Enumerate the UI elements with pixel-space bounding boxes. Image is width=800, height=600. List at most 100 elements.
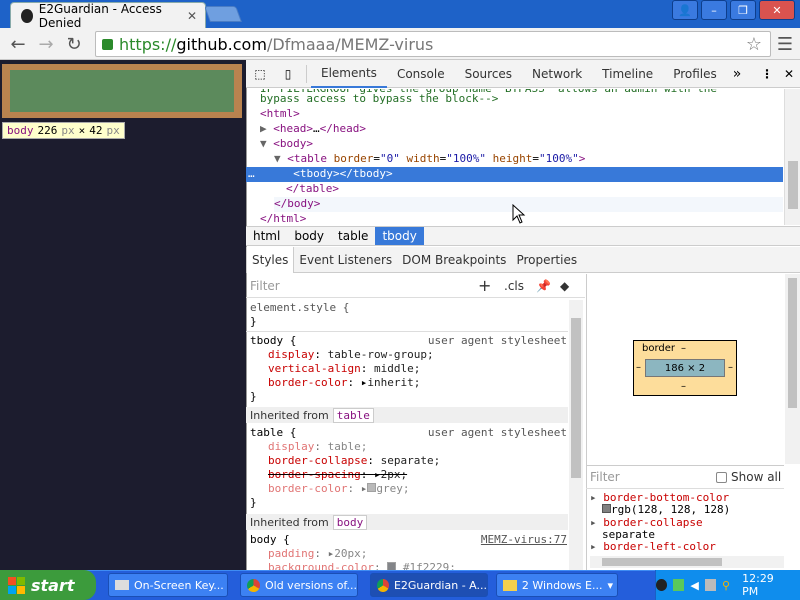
device-mode-icon[interactable]: ▯: [274, 67, 302, 81]
task-label: 2 Windows E...: [521, 578, 603, 592]
box-model-scroll-thumb[interactable]: [788, 278, 797, 408]
back-button[interactable]: ←: [6, 32, 30, 56]
tbody-prop-border-color[interactable]: border-color: ▸inherit;: [268, 376, 420, 390]
body-selector[interactable]: body {: [250, 533, 290, 547]
inherited-tag[interactable]: table: [332, 407, 374, 423]
tab-sources[interactable]: Sources: [455, 60, 522, 88]
inspect-element-icon[interactable]: ⬚: [246, 67, 274, 81]
show-all-checkbox[interactable]: Show all: [716, 470, 781, 484]
more-tabs-button[interactable]: »: [727, 66, 748, 82]
box-model-scrollbar[interactable]: [785, 274, 800, 464]
bookmark-star-icon[interactable]: ☆: [746, 34, 762, 55]
color-swatch[interactable]: [602, 504, 611, 513]
clock[interactable]: 12:29 PM: [742, 572, 790, 598]
computed-filter-input[interactable]: Filter Show all: [586, 465, 784, 489]
tab-event-listeners[interactable]: Event Listeners: [294, 247, 397, 273]
address-bar[interactable]: https:// github.com /Dfmaaa/MEMZ-virus ☆: [95, 31, 771, 57]
computed-row[interactable]: ▸ border-left-color: [590, 540, 716, 553]
computed-h-scroll-thumb[interactable]: [602, 558, 722, 566]
expand-arrow-icon[interactable]: ▶: [260, 122, 273, 135]
tbody-prop-vertical-align[interactable]: vertical-align: middle;: [268, 362, 420, 376]
table-selector[interactable]: table {: [250, 426, 296, 440]
color-swatch[interactable]: [387, 562, 397, 570]
devtools-menu-icon[interactable]: ⋮: [756, 67, 778, 81]
maximize-button[interactable]: ❐: [730, 0, 756, 20]
tab-timeline[interactable]: Timeline: [592, 60, 663, 88]
dom-node-table-close[interactable]: </table>: [286, 182, 783, 197]
dom-scroll-thumb[interactable]: [788, 161, 798, 209]
new-rule-button[interactable]: +: [478, 276, 491, 295]
class-toggle-button[interactable]: .cls: [504, 279, 524, 293]
search-icon[interactable]: ⚲: [722, 579, 730, 592]
profile-button[interactable]: 👤: [672, 0, 698, 20]
tab-network[interactable]: Network: [522, 60, 592, 88]
tab-properties[interactable]: Properties: [511, 247, 582, 273]
taskbar-item-e2guardian[interactable]: E2Guardian - A...: [370, 573, 488, 597]
new-tab-button[interactable]: [204, 6, 242, 22]
pin-icon[interactable]: 📌: [536, 279, 551, 293]
expand-arrow-icon[interactable]: ▸: [361, 482, 368, 495]
element-style-selector[interactable]: element.style {: [250, 301, 349, 315]
network-icon[interactable]: [704, 579, 717, 591]
collapse-arrow-icon[interactable]: ▼: [274, 152, 287, 165]
body-prop-padding[interactable]: padding: ▸20px;: [268, 547, 367, 561]
color-format-icon[interactable]: ◆: [560, 279, 569, 293]
close-tab-icon[interactable]: ✕: [187, 9, 197, 23]
breadcrumb-body[interactable]: body: [287, 227, 331, 245]
box-left-value[interactable]: –: [636, 362, 641, 373]
box-bottom-value[interactable]: –: [681, 381, 686, 392]
tab-elements[interactable]: Elements: [311, 60, 387, 88]
styles-scroll-thumb[interactable]: [571, 318, 581, 478]
body-prop-background-color[interactable]: background-color: #1f2229;: [268, 561, 456, 570]
breadcrumb-tbody[interactable]: tbody: [375, 227, 424, 245]
table-prop-display[interactable]: display: table;: [268, 440, 367, 454]
breadcrumb-html[interactable]: html: [246, 227, 287, 245]
taskbar-item-windows-explorer[interactable]: 2 Windows E... ▾: [496, 573, 618, 597]
table-prop-border-collapse[interactable]: border-collapse: separate;: [268, 454, 440, 468]
reload-button[interactable]: ↻: [62, 32, 86, 56]
inherited-tag[interactable]: body: [332, 514, 368, 530]
tray-icon[interactable]: [656, 579, 668, 591]
expand-arrow-icon[interactable]: ▸: [374, 468, 381, 481]
devtools-close-icon[interactable]: ✕: [778, 67, 800, 81]
tab-profiles[interactable]: Profiles: [663, 60, 727, 88]
dom-node-body[interactable]: ▼ <body>: [260, 137, 783, 152]
close-window-button[interactable]: ✕: [759, 0, 795, 20]
tab-styles[interactable]: Styles: [246, 246, 295, 273]
box-right-value[interactable]: –: [728, 362, 733, 373]
tab-dom-breakpoints[interactable]: DOM Breakpoints: [397, 247, 511, 273]
browser-tab-active[interactable]: E2Guardian - Access Denied ✕: [10, 2, 206, 30]
body-rule-source-link[interactable]: MEMZ-virus:77: [481, 533, 567, 546]
tray-icon[interactable]: [673, 579, 685, 591]
collapse-arrow-icon[interactable]: ▼: [260, 137, 273, 150]
styles-filter[interactable]: Filter + .cls 📌 ◆: [246, 274, 585, 298]
dom-node-head[interactable]: ▶ <head>…</head>: [260, 122, 783, 137]
url-host: github.com: [176, 34, 267, 54]
tbody-selector[interactable]: tbody {: [250, 334, 296, 348]
box-model-content[interactable]: 186 × 2: [645, 359, 725, 377]
expand-arrow-icon[interactable]: ▸: [590, 540, 603, 553]
start-button[interactable]: start: [0, 570, 96, 600]
minimize-button[interactable]: –: [701, 0, 727, 20]
dom-scrollbar[interactable]: [784, 89, 800, 225]
volume-icon[interactable]: ◀: [690, 579, 698, 592]
selected-node-dots[interactable]: …: [246, 167, 255, 180]
menu-button[interactable]: ☰: [773, 32, 797, 56]
dom-node-table[interactable]: ▼ <table border="0" width="100%" height=…: [274, 152, 783, 167]
dom-node-tbody-selected[interactable]: … <tbody></tbody>: [246, 167, 783, 182]
box-top-value[interactable]: –: [681, 343, 686, 354]
taskbar-item-chrome-old-versions[interactable]: Old versions of...: [240, 573, 358, 597]
table-prop-border-color[interactable]: border-color: ▸ grey;: [268, 482, 409, 496]
tab-console[interactable]: Console: [387, 60, 455, 88]
color-swatch[interactable]: [367, 483, 377, 492]
table-prop-border-spacing[interactable]: border-spacing: ▸2px;: [268, 468, 407, 482]
forward-button[interactable]: →: [34, 32, 58, 56]
computed-h-scrollbar[interactable]: [590, 556, 784, 568]
taskbar-item-onscreen-keyboard[interactable]: On-Screen Key...: [108, 573, 228, 597]
dom-node-html[interactable]: <html>: [260, 107, 783, 122]
checkbox-icon[interactable]: [716, 471, 727, 483]
breadcrumb-table[interactable]: table: [331, 227, 375, 245]
tbody-prop-display[interactable]: display: table-row-group;: [268, 348, 434, 362]
dom-node-body-close[interactable]: </body>: [274, 197, 783, 212]
url-scheme: https://: [119, 34, 177, 54]
